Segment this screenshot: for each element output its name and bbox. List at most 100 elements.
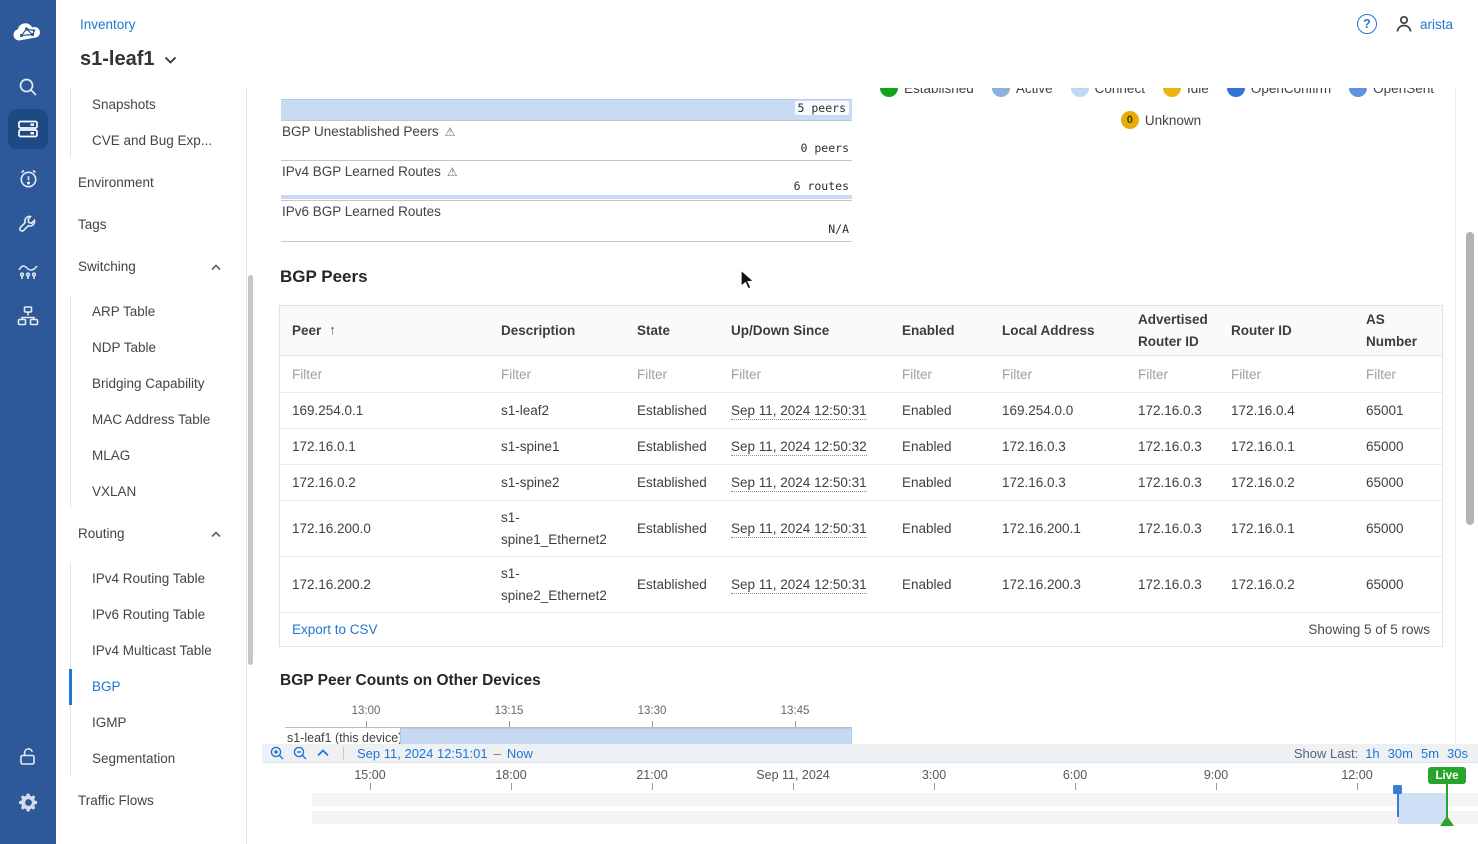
col-header-peer[interactable]: Peer↑ <box>280 320 489 342</box>
sidebar-item-switching[interactable]: Switching <box>56 249 246 285</box>
table-row[interactable]: 172.16.200.0s1-spine1_Ethernet2Establish… <box>280 501 1442 557</box>
sidebar-item-bridging-capability[interactable]: Bridging Capability <box>56 366 246 402</box>
legend-item-unknown: 0 Unknown <box>880 111 1442 129</box>
timeline-tick-mark <box>934 783 935 790</box>
cell-enabled: Enabled <box>890 518 990 540</box>
sidebar-scrollbar[interactable] <box>248 275 253 665</box>
table-row[interactable]: 172.16.200.2s1-spine2_Ethernet2Establish… <box>280 557 1442 613</box>
sidebar-item-ndp-table[interactable]: NDP Table <box>56 330 246 366</box>
sidebar-item-igmp[interactable]: IGMP <box>56 705 246 741</box>
show-last-30m[interactable]: 30m <box>1388 746 1413 761</box>
filter-input-description[interactable] <box>501 367 617 382</box>
show-last-1h[interactable]: 1h <box>1365 746 1379 761</box>
table-row[interactable]: 172.16.0.2s1-spine2EstablishedSep 11, 20… <box>280 465 1442 501</box>
up-down-since-value[interactable]: Sep 11, 2024 12:50:31 <box>731 403 867 420</box>
sidebar-item-cve-and-bug-exp[interactable]: CVE and Bug Exp... <box>56 123 246 159</box>
filter-input-router_id[interactable] <box>1231 367 1346 382</box>
collapse-timeline-icon[interactable] <box>316 746 330 760</box>
topology-icon[interactable] <box>16 304 40 328</box>
sidebar-group: ARP TableNDP TableBridging CapabilityMAC… <box>56 294 246 510</box>
col-header-router_id[interactable]: Router ID <box>1219 320 1354 342</box>
time-range-text[interactable]: Sep 11, 2024 12:51:01–Now <box>357 746 533 761</box>
devices-nav-selected[interactable] <box>8 109 48 149</box>
cell-peer: 169.254.0.1 <box>280 400 489 422</box>
provisioning-icon[interactable] <box>16 212 40 236</box>
sidebar-item-ipv4-routing-table[interactable]: IPv4 Routing Table <box>56 561 246 597</box>
table-row[interactable]: 172.16.0.1s1-spine1EstablishedSep 11, 20… <box>280 429 1442 465</box>
filter-input-as_number[interactable] <box>1366 367 1441 382</box>
filter-input-local_address[interactable] <box>1002 367 1118 382</box>
up-down-since-value[interactable]: Sep 11, 2024 12:50:32 <box>731 439 867 456</box>
content-scrollbar[interactable] <box>1466 232 1474 525</box>
zoom-out-icon[interactable] <box>293 746 307 760</box>
sidebar-item-environment[interactable]: Environment <box>56 165 246 201</box>
metric-established-peers[interactable]: 5 peers <box>281 88 852 121</box>
filter-input-peer[interactable] <box>292 367 470 382</box>
timeline-tick-mark <box>1075 783 1076 790</box>
sidebar-item-traffic-flows[interactable]: Traffic Flows <box>56 783 246 819</box>
filter-input-enabled[interactable] <box>902 367 987 382</box>
timeline-start-handle[interactable] <box>1393 785 1402 794</box>
lock-icon[interactable] <box>16 744 40 768</box>
cell-advertised_router_id: 172.16.0.3 <box>1126 400 1219 422</box>
col-header-as_number[interactable]: AS Number <box>1354 309 1442 352</box>
timeline-strip-2[interactable] <box>312 811 1478 824</box>
timeline-tick-mark <box>370 783 371 790</box>
metric-ipv4-learned-routes[interactable]: IPv4 BGP Learned Routes⚠ 6 routes <box>281 161 852 201</box>
metric-ipv6-learned-routes[interactable]: IPv6 BGP Learned Routes N/A <box>281 201 852 242</box>
timeline-live-pointer[interactable] <box>1440 816 1454 826</box>
sidebar-item-ipv6-routing-table[interactable]: IPv6 Routing Table <box>56 597 246 633</box>
col-header-local_address[interactable]: Local Address <box>990 320 1126 342</box>
device-title-text: s1-leaf1 <box>80 48 155 71</box>
breadcrumb-inventory[interactable]: Inventory <box>80 17 136 32</box>
metrics-icon[interactable] <box>16 258 40 282</box>
sidebar-item-arp-table[interactable]: ARP Table <box>56 294 246 330</box>
cell-router_id: 172.16.0.1 <box>1219 436 1354 458</box>
sidebar-item-ipv4-multicast-table[interactable]: IPv4 Multicast Table <box>56 633 246 669</box>
up-down-since-value[interactable]: Sep 11, 2024 12:50:31 <box>731 577 867 594</box>
settings-icon[interactable] <box>16 790 40 814</box>
sidebar-item-bgp[interactable]: BGP <box>56 669 246 705</box>
filter-input-state[interactable] <box>637 367 717 382</box>
axis-tick-mark <box>509 721 510 727</box>
table-row[interactable]: 169.254.0.1s1-leaf2EstablishedSep 11, 20… <box>280 393 1442 429</box>
live-badge[interactable]: Live <box>1428 767 1466 784</box>
metric-unestablished-peers[interactable]: BGP Unestablished Peers⚠ 0 peers <box>281 121 852 161</box>
col-header-state[interactable]: State <box>625 320 719 342</box>
sidebar-item-mlag[interactable]: MLAG <box>56 438 246 474</box>
sidebar-item-mac-address-table[interactable]: MAC Address Table <box>56 402 246 438</box>
show-last-5m[interactable]: 5m <box>1421 746 1439 761</box>
legend-label: Idle <box>1187 88 1209 96</box>
col-header-description[interactable]: Description <box>489 320 625 342</box>
sidebar-item-vxlan[interactable]: VXLAN <box>56 474 246 510</box>
sidebar-item-snapshots[interactable]: Snapshots <box>56 88 246 123</box>
up-down-since-value[interactable]: Sep 11, 2024 12:50:31 <box>731 521 867 538</box>
bgp-metrics: 5 peers BGP Unestablished Peers⚠ 0 peers… <box>281 88 852 242</box>
zoom-in-icon[interactable] <box>270 746 284 760</box>
cell-router_id: 172.16.0.4 <box>1219 400 1354 422</box>
filter-input-since[interactable] <box>731 367 876 382</box>
col-header-advertised_router_id[interactable]: Advertised Router ID <box>1126 309 1219 352</box>
events-icon[interactable] <box>16 166 40 190</box>
cell-peer: 172.16.200.2 <box>280 574 489 596</box>
col-header-enabled[interactable]: Enabled <box>890 320 990 342</box>
timeline-start-marker[interactable] <box>1397 794 1399 817</box>
help-icon[interactable]: ? <box>1357 14 1377 34</box>
device-title[interactable]: s1-leaf1 <box>80 48 177 71</box>
user-menu[interactable]: arista <box>1394 14 1453 34</box>
sidebar-item-tags[interactable]: Tags <box>56 207 246 243</box>
sidebar-item-segmentation[interactable]: Segmentation <box>56 741 246 777</box>
export-csv-link[interactable]: Export to CSV <box>292 622 378 637</box>
timeline-strip-1[interactable] <box>312 793 1478 806</box>
peer-counts-bar[interactable] <box>400 728 852 745</box>
up-down-since-value[interactable]: Sep 11, 2024 12:50:31 <box>731 475 867 492</box>
legend-item-idle: Idle <box>1163 88 1209 97</box>
sidebar-item-routing[interactable]: Routing <box>56 516 246 552</box>
cloudvision-logo[interactable] <box>12 19 44 47</box>
legend-item-opensent: OpenSent <box>1349 88 1434 97</box>
show-last-30s[interactable]: 30s <box>1447 746 1468 761</box>
search-icon[interactable] <box>16 75 40 99</box>
filter-input-advertised_router_id[interactable] <box>1138 367 1217 382</box>
col-header-since[interactable]: Up/Down Since <box>719 320 890 342</box>
divider <box>343 747 344 760</box>
